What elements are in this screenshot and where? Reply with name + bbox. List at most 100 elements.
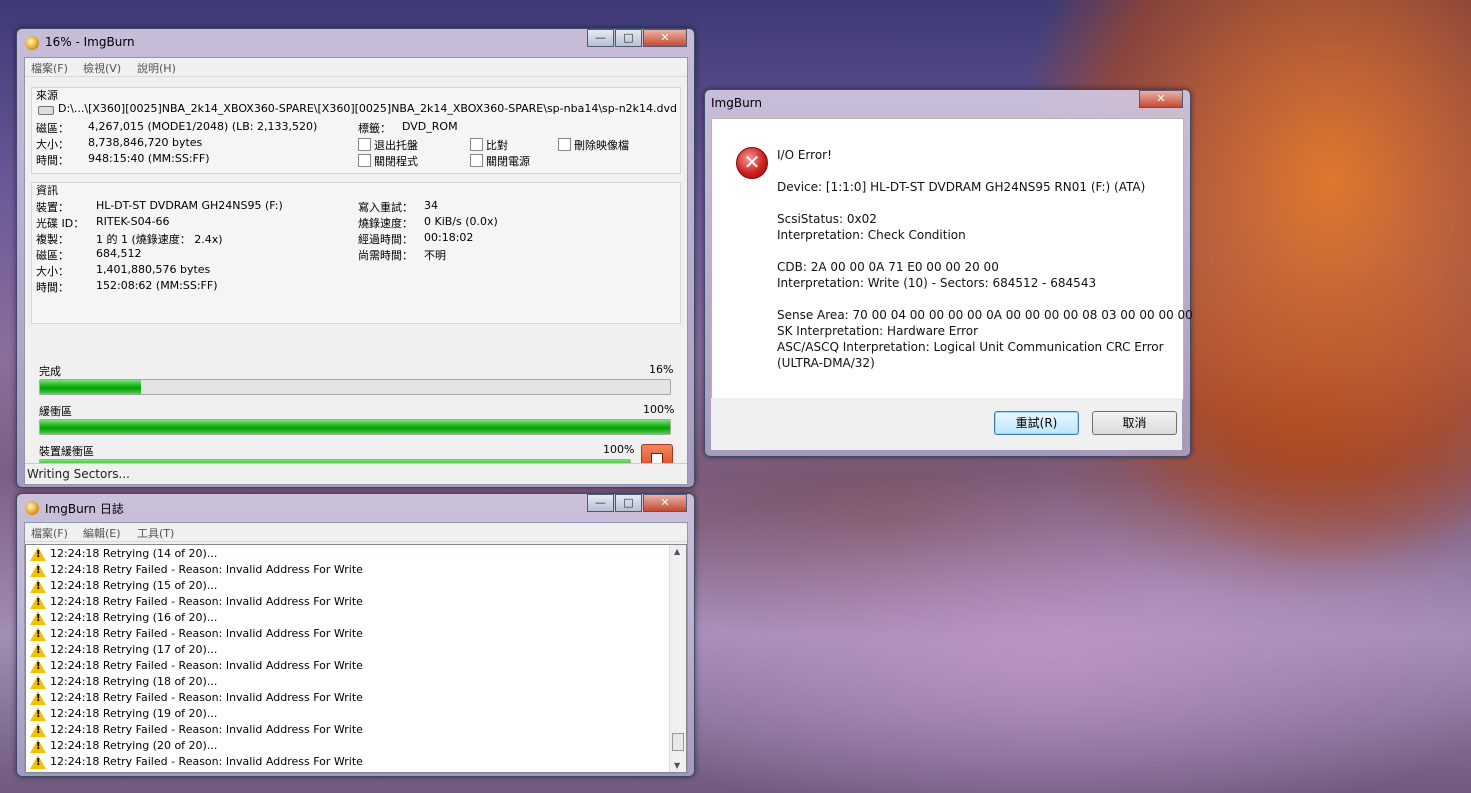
complete-progress-bar <box>39 379 671 395</box>
log-titlebar[interactable]: ImgBurn 日誌 — □ ✕ <box>17 494 694 520</box>
dialog-line-9: ASC/ASCQ Interpretation: Logical Unit Co… <box>777 340 1164 354</box>
log-entry-text: 12:24:18 Retrying (18 of 20)... <box>50 675 218 688</box>
warning-icon <box>30 563 46 577</box>
dialog-message-area: ✕ I/O Error! Device: [1:1:0] HL-DT-ST DV… <box>711 118 1193 400</box>
info-copy-value: 1 的 1 (燒錄速度： 2.4x) <box>96 233 223 246</box>
close-program-checkbox[interactable] <box>358 154 371 167</box>
log-entry-text: 12:24:18 Retrying (19 of 20)... <box>50 707 218 720</box>
log-minimize-button[interactable]: — <box>587 494 614 512</box>
buffer-percent: 100% <box>643 403 675 416</box>
status-bar: Writing Sectors... <box>25 463 687 484</box>
log-maximize-button[interactable]: □ <box>615 494 642 512</box>
drive-icon <box>38 106 54 115</box>
info-device-label: 裝置： <box>36 201 69 214</box>
log-entry-text: 12:24:18 Retrying (20 of 20)... <box>50 739 218 752</box>
verify-checkbox[interactable] <box>470 138 483 151</box>
retry-button[interactable]: 重試(R) <box>994 411 1079 435</box>
log-menu-edit[interactable]: 編輯(E) <box>83 525 121 541</box>
main-menubar: 檔案(F) 檢視(V) 說明(H) <box>25 58 687 77</box>
minimize-button[interactable]: — <box>587 29 614 47</box>
imgburn-logo-icon <box>25 36 39 50</box>
info-sectors-value: 684,512 <box>96 247 142 260</box>
dialog-close-button[interactable]: ✕ <box>1139 90 1183 108</box>
info-disc-id-value: RITEK-S04-66 <box>96 215 170 228</box>
scroll-down-icon[interactable]: ▼ <box>674 761 680 770</box>
log-entry-text: 12:24:18 Retrying (17 of 20)... <box>50 643 218 656</box>
log-scrollbar[interactable]: ▲ ▼ <box>669 545 686 772</box>
delete-image-checkbox[interactable] <box>558 138 571 151</box>
warning-icon <box>30 643 46 657</box>
source-label-label: 標籤： <box>358 122 391 135</box>
warning-icon <box>30 691 46 705</box>
source-label-value: DVD_ROM <box>402 120 458 133</box>
scroll-thumb[interactable] <box>672 733 684 751</box>
dialog-line-2: Device: [1:1:0] HL-DT-ST DVDRAM GH24NS95… <box>777 180 1146 194</box>
log-window: ImgBurn 日誌 — □ ✕ 檔案(F) 編輯(E) 工具(T) ▲ ▼ 1… <box>16 493 695 777</box>
dialog-line-1: I/O Error! <box>777 148 832 162</box>
source-path: D:\...\[X360][0025]NBA_2k14_XBOX360-SPAR… <box>58 102 678 115</box>
shutdown-checkbox[interactable] <box>470 154 483 167</box>
info-retries-value: 34 <box>424 199 438 212</box>
dialog-line-4: Interpretation: Check Condition <box>777 228 966 242</box>
main-titlebar[interactable]: 16% - ImgBurn — □ ✕ <box>17 29 694 55</box>
warning-icon <box>30 707 46 721</box>
info-time-label: 時間： <box>36 281 69 294</box>
device-buffer-label: 裝置緩衝區 <box>39 445 94 458</box>
scroll-up-icon[interactable]: ▲ <box>674 547 680 556</box>
menu-file[interactable]: 檔案(F) <box>31 60 68 76</box>
main-window: 16% - ImgBurn — □ ✕ 檔案(F) 檢視(V) 說明(H) 來源… <box>16 28 695 488</box>
info-speed-label: 燒錄速度： <box>358 217 413 230</box>
warning-icon <box>30 755 46 769</box>
log-entry-text: 12:24:18 Retry Failed - Reason: Invalid … <box>50 563 363 576</box>
eject-tray-checkbox[interactable] <box>358 138 371 151</box>
source-time-label: 時間： <box>36 154 69 167</box>
menu-help[interactable]: 說明(H) <box>137 60 176 76</box>
info-speed-value: 0 KiB/s (0.0x) <box>424 215 498 228</box>
info-device-value: HL-DT-ST DVDRAM GH24NS95 (F:) <box>96 199 283 212</box>
dialog-titlebar[interactable]: ImgBurn ✕ <box>705 90 1190 116</box>
source-time-value: 948:15:40 (MM:SS:FF) <box>88 152 210 165</box>
source-size-label: 大小： <box>36 138 69 151</box>
log-entry-text: 12:24:18 Retrying (16 of 20)... <box>50 611 218 624</box>
log-menu-file[interactable]: 檔案(F) <box>31 525 68 541</box>
cancel-button[interactable]: 取消 <box>1092 411 1177 435</box>
log-client-area: 檔案(F) 編輯(E) 工具(T) ▲ ▼ 12:24:18 Retrying … <box>24 522 688 774</box>
log-entry-text: 12:24:18 Retry Failed - Reason: Invalid … <box>50 595 363 608</box>
buffer-label: 緩衝區 <box>39 405 72 418</box>
dialog-line-10: (ULTRA-DMA/32) <box>777 356 875 370</box>
source-sectors-value: 4,267,015 (MODE1/2048) (LB: 2,133,520) <box>88 120 318 133</box>
source-sectors-label: 磁區： <box>36 122 69 135</box>
info-heading: 資訊 <box>36 184 58 197</box>
log-list[interactable]: ▲ ▼ 12:24:18 Retrying (14 of 20)... 12:24… <box>25 544 687 773</box>
menu-view[interactable]: 檢視(V) <box>83 60 121 76</box>
device-buffer-percent: 100% <box>603 443 635 456</box>
verify-label: 比對 <box>486 139 508 152</box>
log-close-button[interactable]: ✕ <box>643 494 687 512</box>
log-menu-tools[interactable]: 工具(T) <box>137 525 174 541</box>
source-group: 來源 D:\...\[X360][0025]NBA_2k14_XBOX360-S… <box>31 87 681 174</box>
warning-icon <box>30 611 46 625</box>
dialog-line-8: SK Interpretation: Hardware Error <box>777 324 979 338</box>
warning-icon <box>30 579 46 593</box>
warning-icon <box>30 547 46 561</box>
close-button[interactable]: ✕ <box>643 29 687 47</box>
dialog-line-3: ScsiStatus: 0x02 <box>777 212 877 226</box>
warning-icon <box>30 595 46 609</box>
log-entry-text: 12:24:18 Retrying (15 of 20)... <box>50 579 218 592</box>
info-remaining-label: 尚需時間： <box>358 249 413 262</box>
imgburn-logo-icon <box>25 501 39 515</box>
buffer-progress-bar <box>39 419 671 435</box>
complete-percent: 16% <box>649 363 674 376</box>
log-entry-text: 12:24:18 Retry Failed - Reason: Invalid … <box>50 659 363 672</box>
log-entry-text: 12:24:18 Retry Failed - Reason: Invalid … <box>50 723 363 736</box>
log-menubar: 檔案(F) 編輯(E) 工具(T) <box>25 523 687 542</box>
maximize-button[interactable]: □ <box>615 29 642 47</box>
eject-tray-label: 退出托盤 <box>374 139 418 152</box>
log-entry-text: 12:24:18 Retrying (14 of 20)... <box>50 547 218 560</box>
dialog-line-7: Sense Area: 70 00 04 00 00 00 00 0A 00 0… <box>777 308 1193 322</box>
info-retries-label: 寫入重試： <box>358 201 413 214</box>
main-client-area: 檔案(F) 檢視(V) 說明(H) 來源 D:\...\[X360][0025]… <box>24 57 688 485</box>
warning-icon <box>30 659 46 673</box>
buffer-progress-fill <box>40 420 670 434</box>
dialog-line-5: CDB: 2A 00 00 0A 71 E0 00 00 20 00 <box>777 260 999 274</box>
